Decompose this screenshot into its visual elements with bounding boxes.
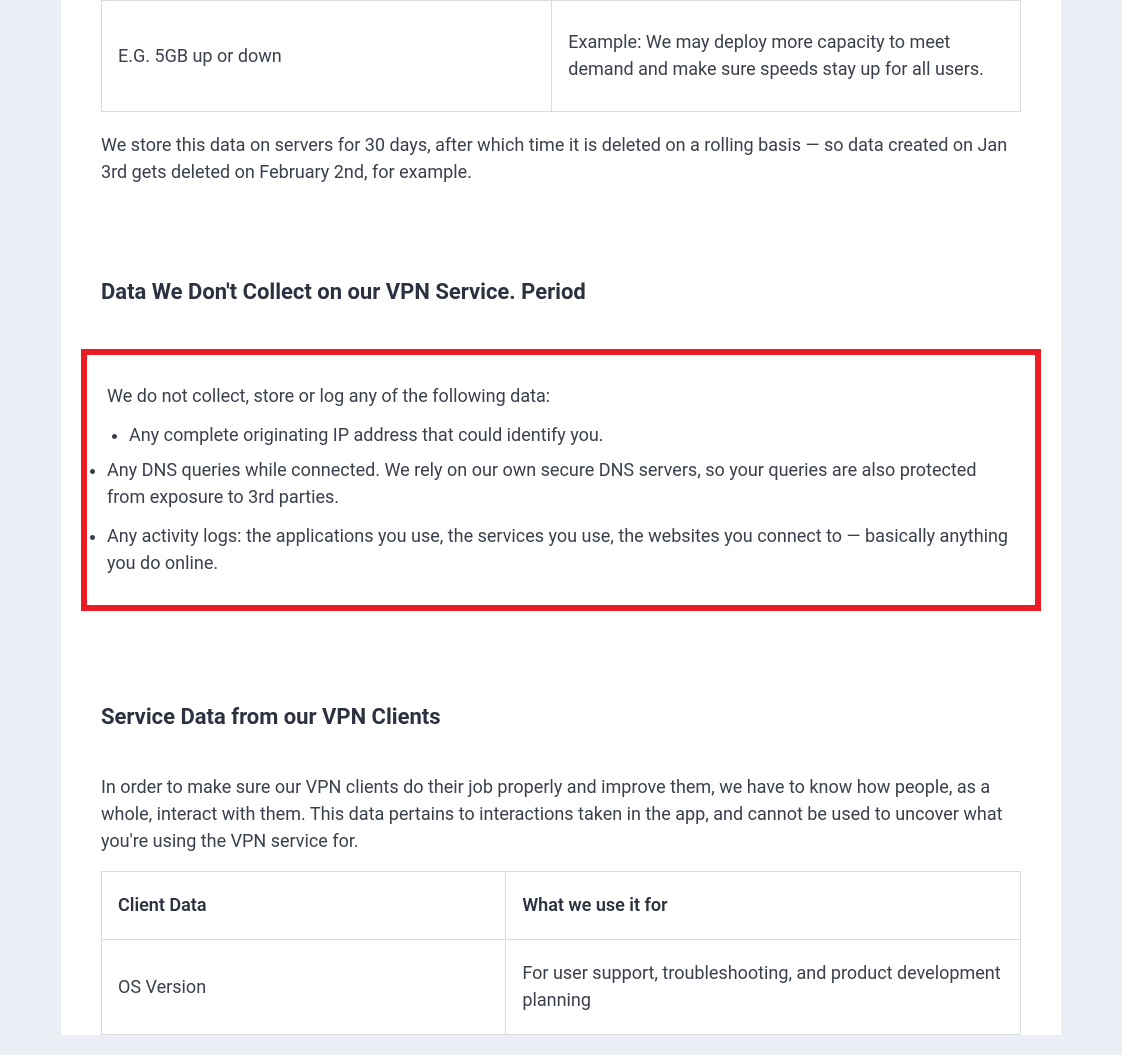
not-collect-item-ip: Any complete originating IP address that…: [129, 422, 1015, 449]
not-collect-item-activity: Any activity logs: the applications you …: [107, 523, 1015, 577]
table-header-use: What we use it for: [506, 872, 1021, 940]
not-collect-list-indented: Any complete originating IP address that…: [129, 422, 1015, 449]
heading-data-not-collected: Data We Don't Collect on our VPN Service…: [101, 276, 1021, 309]
not-collect-intro: We do not collect, store or log any of t…: [107, 383, 1015, 410]
table-cell-os-version: OS Version: [102, 940, 506, 1035]
table-header-row: Client Data What we use it for: [102, 872, 1021, 940]
data-usage-table: E.G. 5GB up or down Example: We may depl…: [101, 0, 1021, 112]
table-cell-os-version-use: For user support, troubleshooting, and p…: [506, 940, 1021, 1035]
highlight-box-not-collected: We do not collect, store or log any of t…: [81, 349, 1041, 611]
table-cell-example-use: Example: We may deploy more capacity to …: [552, 1, 1021, 112]
table-header-client-data: Client Data: [102, 872, 506, 940]
not-collect-list: Any DNS queries while connected. We rely…: [107, 457, 1015, 577]
not-collect-item-dns: Any DNS queries while connected. We rely…: [107, 457, 1015, 511]
client-data-table: Client Data What we use it for OS Versio…: [101, 871, 1021, 1035]
table-row: OS Version For user support, troubleshoo…: [102, 940, 1021, 1035]
service-data-intro: In order to make sure our VPN clients do…: [101, 774, 1021, 855]
table-row: E.G. 5GB up or down Example: We may depl…: [102, 1, 1021, 112]
storage-retention-text: We store this data on servers for 30 day…: [101, 132, 1021, 186]
heading-service-data: Service Data from our VPN Clients: [101, 701, 1021, 734]
table-cell-example-data: E.G. 5GB up or down: [102, 1, 552, 112]
